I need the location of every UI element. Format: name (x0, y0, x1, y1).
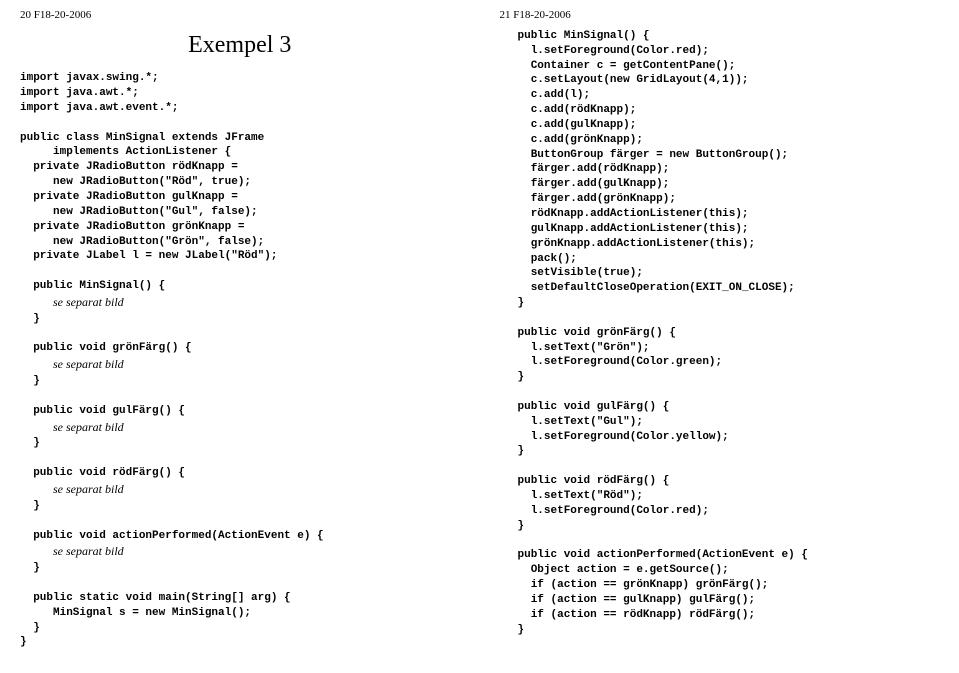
left-italic-1-wrap: se separat bild (20, 294, 460, 312)
left-code-block-5: } public void actionPerformed(ActionEven… (20, 499, 460, 544)
italic-text-4: se separat bild (53, 482, 124, 496)
left-italic-3-wrap: se separat bild (20, 419, 460, 437)
page-container: 20 F18-20-2006 Exempel 3 import javax.sw… (0, 0, 959, 673)
italic-text-2: se separat bild (53, 357, 124, 371)
left-page: 20 F18-20-2006 Exempel 3 import javax.sw… (0, 0, 480, 673)
left-code-block-4: } public void rödFärg() { (20, 436, 460, 481)
example-title: Exempel 3 (20, 29, 460, 61)
left-code-block-2: } public void grönFärg() { (20, 312, 460, 357)
left-page-header: 20 F18-20-2006 (20, 8, 460, 23)
left-italic-5-wrap: se separat bild (20, 543, 460, 561)
italic-text-3: se separat bild (53, 420, 124, 434)
italic-text-5: se separat bild (53, 544, 124, 558)
left-italic-2-wrap: se separat bild (20, 356, 460, 374)
left-code-block-1: import javax.swing.*; import java.awt.*;… (20, 71, 460, 294)
left-italic-4-wrap: se separat bild (20, 481, 460, 499)
italic-text-1: se separat bild (53, 295, 124, 309)
right-page-header: 21 F18-20-2006 (500, 8, 940, 23)
right-page: 21 F18-20-2006 public MinSignal() { l.se… (480, 0, 959, 673)
right-code-block: public MinSignal() { l.setForeground(Col… (500, 29, 940, 638)
left-code-block-6: } public static void main(String[] arg) … (20, 561, 460, 650)
left-code-block-3: } public void gulFärg() { (20, 374, 460, 419)
